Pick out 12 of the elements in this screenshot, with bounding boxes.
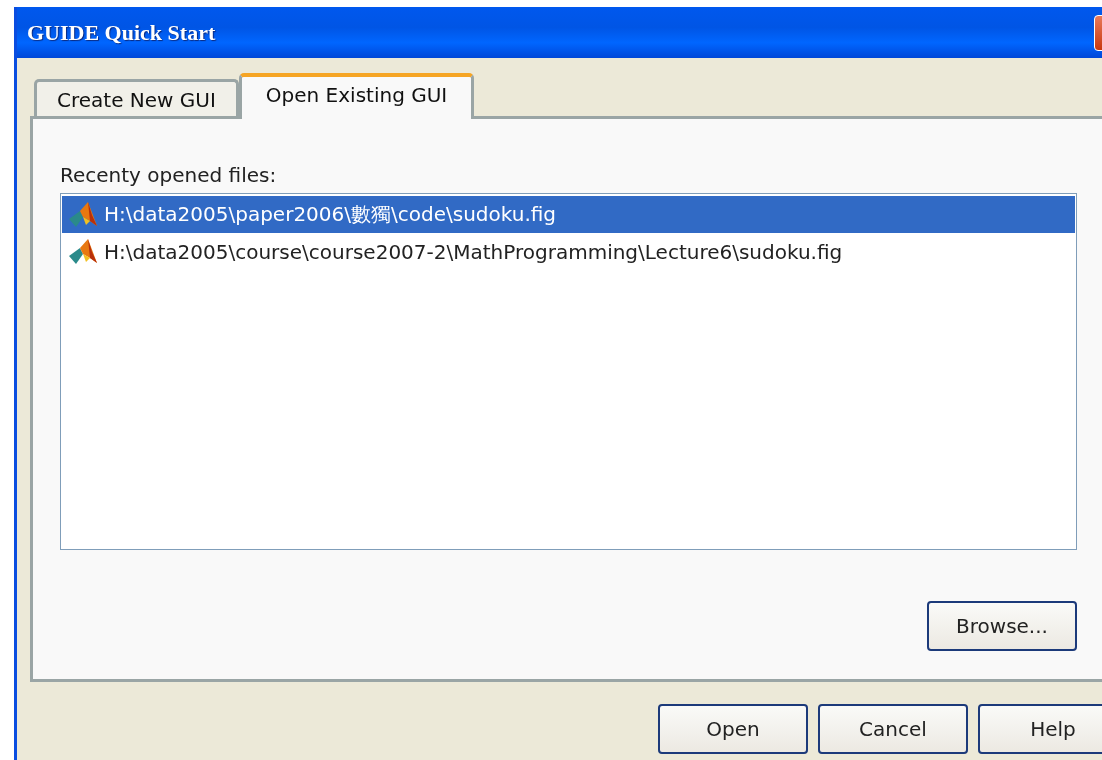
file-list-item[interactable]: H:\data2005\paper2006\數獨\code\sudoku.fig <box>62 196 1075 233</box>
browse-button[interactable]: Browse... <box>927 601 1077 651</box>
tab[interactable]: Create New GUI <box>34 79 239 116</box>
peak-icon <box>68 237 98 266</box>
dialog-button[interactable]: Help <box>978 704 1102 754</box>
recent-files-label: Recenty opened files: <box>60 163 278 187</box>
tab[interactable]: Open Existing GUI <box>238 73 475 119</box>
dialog-button[interactable]: Cancel <box>818 704 968 754</box>
peak-icon <box>68 200 98 229</box>
file-list-item[interactable]: H:\data2005\course\course2007-2\MathProgramming\Lecture6\sudoku.fig <box>62 233 1075 270</box>
dialog-button[interactable]: Open <box>658 704 808 754</box>
window-title: GUIDE Quick Start <box>27 19 216 46</box>
